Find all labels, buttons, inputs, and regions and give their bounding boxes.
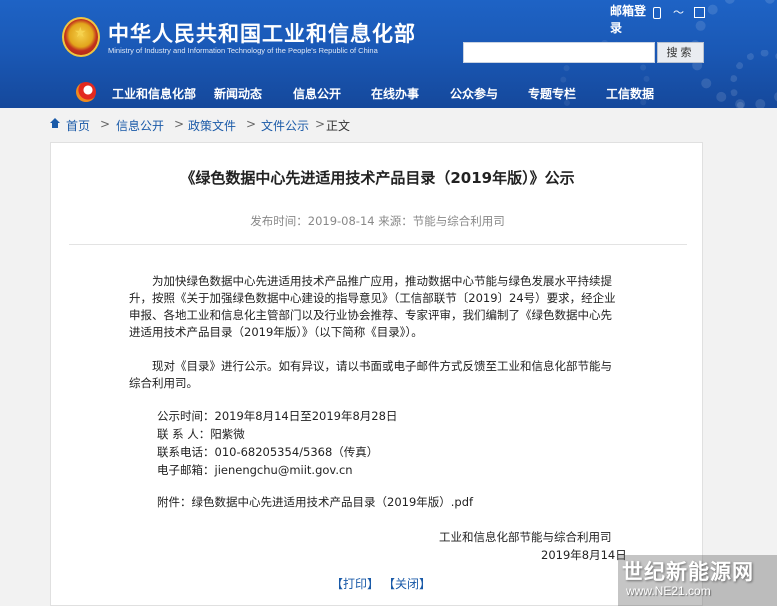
breadcrumb-separator: > bbox=[174, 117, 185, 131]
breadcrumb-separator: > bbox=[100, 117, 111, 131]
signature-date: 2019年8月14日 bbox=[541, 548, 627, 562]
nav-item-news[interactable]: 新闻动态 bbox=[214, 85, 262, 102]
nav-item-participation[interactable]: 公众参与 bbox=[450, 85, 498, 102]
watermark-url: www.NE21.com bbox=[626, 584, 711, 598]
divider bbox=[69, 244, 687, 245]
breadcrumb-home[interactable]: 首页 bbox=[66, 117, 90, 134]
breadcrumb-separator: > bbox=[246, 117, 257, 131]
breadcrumb-public-notice[interactable]: 文件公示 bbox=[261, 117, 309, 134]
contact-phone: 联系电话：010-68205354/5368（传真） bbox=[157, 445, 379, 459]
nav-item-data[interactable]: 工信数据 bbox=[606, 85, 654, 102]
miit-logo-icon bbox=[76, 82, 96, 102]
mail-login-link[interactable]: 邮箱登录 bbox=[610, 3, 650, 37]
contact-email: 电子邮箱：jienengchu@miit.gov.cn bbox=[157, 463, 353, 477]
close-button[interactable]: 【关闭】 bbox=[383, 575, 431, 592]
site-title[interactable]: 中华人民共和国工业和信息化部 bbox=[108, 18, 416, 48]
article-meta: 发布时间：2019-08-14 来源：节能与综合利用司 bbox=[250, 214, 505, 228]
site-header: 中华人民共和国工业和信息化部 Ministry of Industry and … bbox=[0, 0, 777, 108]
nav-item-special-topics[interactable]: 专题专栏 bbox=[528, 85, 576, 102]
nav-item-disclosure[interactable]: 信息公开 bbox=[293, 85, 341, 102]
article-paragraph: 为加快绿色数据中心先进适用技术产品推广应用，推动数据中心节能与绿色发展水平持续提… bbox=[129, 274, 616, 339]
home-icon[interactable] bbox=[50, 118, 60, 128]
notice-period: 公示时间：2019年8月14日至2019年8月28日 bbox=[157, 409, 398, 423]
site-subtitle: Ministry of Industry and Information Tec… bbox=[108, 46, 378, 55]
search-input[interactable] bbox=[463, 42, 655, 63]
breadcrumb-disclosure[interactable]: 信息公开 bbox=[116, 117, 164, 134]
breadcrumb-current: 正文 bbox=[326, 119, 351, 133]
main-nav: 工业和信息化部 新闻动态 信息公开 在线办事 公众参与 专题专栏 工信数据 bbox=[0, 80, 777, 106]
national-emblem-icon bbox=[62, 17, 100, 57]
header-utilities: 邮箱登录 〜 bbox=[610, 3, 730, 39]
search-button[interactable]: 搜索 bbox=[657, 42, 704, 63]
phone-icon[interactable] bbox=[653, 7, 661, 19]
attachment-link[interactable]: 附件：绿色数据中心先进适用技术产品目录（2019年版）.pdf bbox=[157, 494, 473, 510]
breadcrumb-separator: > bbox=[315, 117, 326, 131]
nav-item-online-service[interactable]: 在线办事 bbox=[371, 85, 419, 102]
signature-org: 工业和信息化部节能与综合利用司 bbox=[439, 530, 612, 544]
print-button[interactable]: 【打印】 bbox=[331, 575, 379, 592]
contact-person: 联 系 人：阳紫微 bbox=[157, 427, 245, 441]
breadcrumb-policy-docs[interactable]: 政策文件 bbox=[188, 117, 236, 134]
watermark-logo: 世纪新能源网 bbox=[622, 560, 754, 584]
rss-icon[interactable]: 〜 bbox=[673, 7, 684, 18]
grid-icon[interactable] bbox=[694, 7, 705, 18]
nav-item-ministry[interactable]: 工业和信息化部 bbox=[112, 85, 196, 102]
article-title: 《绿色数据中心先进适用技术产品目录（2019年版）》公示 bbox=[180, 169, 575, 187]
article-paragraph: 现对《目录》进行公示。如有异议，请以书面或电子邮件方式反馈至工业和信息化部节能与… bbox=[129, 359, 612, 390]
article-panel: 《绿色数据中心先进适用技术产品目录（2019年版）》公示 发布时间：2019-0… bbox=[50, 142, 703, 606]
